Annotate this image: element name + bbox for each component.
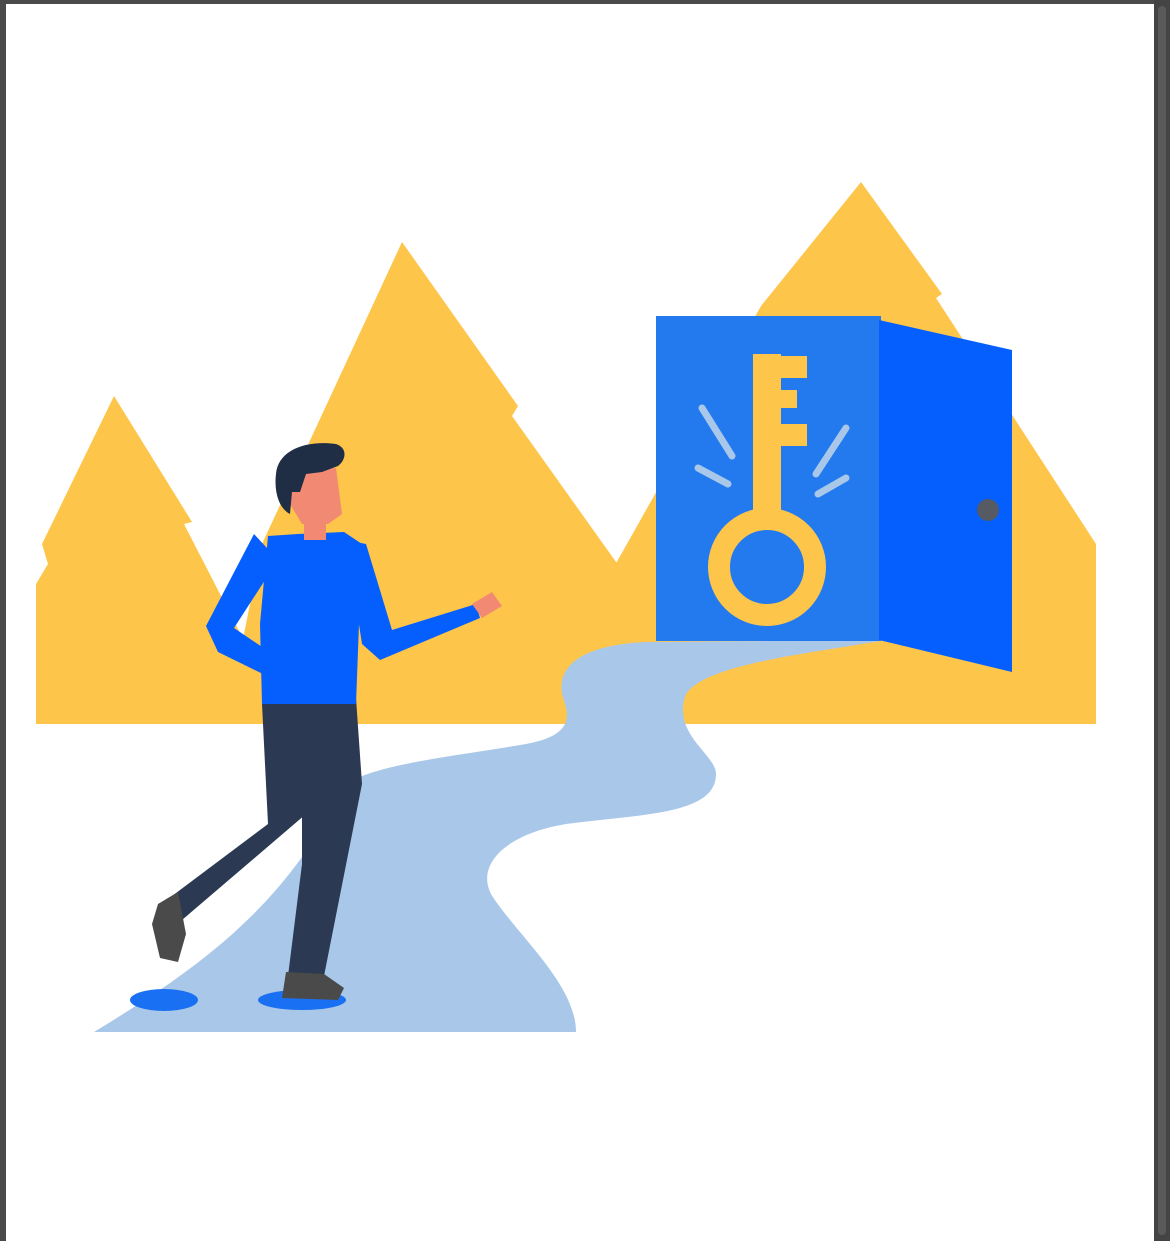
footprint-icon bbox=[130, 989, 198, 1011]
scrollbar[interactable] bbox=[1154, 0, 1170, 1241]
mountain-left-icon bbox=[36, 396, 256, 724]
person-torso bbox=[260, 532, 362, 704]
scrollbar-thumb[interactable] bbox=[1158, 6, 1166, 1235]
illustration bbox=[36, 182, 1096, 1032]
image-canvas bbox=[6, 4, 1154, 1241]
door-icon bbox=[656, 316, 1012, 672]
door-knob-icon bbox=[977, 499, 999, 521]
window-frame bbox=[0, 0, 1170, 1241]
door-panel-open bbox=[879, 320, 1012, 672]
